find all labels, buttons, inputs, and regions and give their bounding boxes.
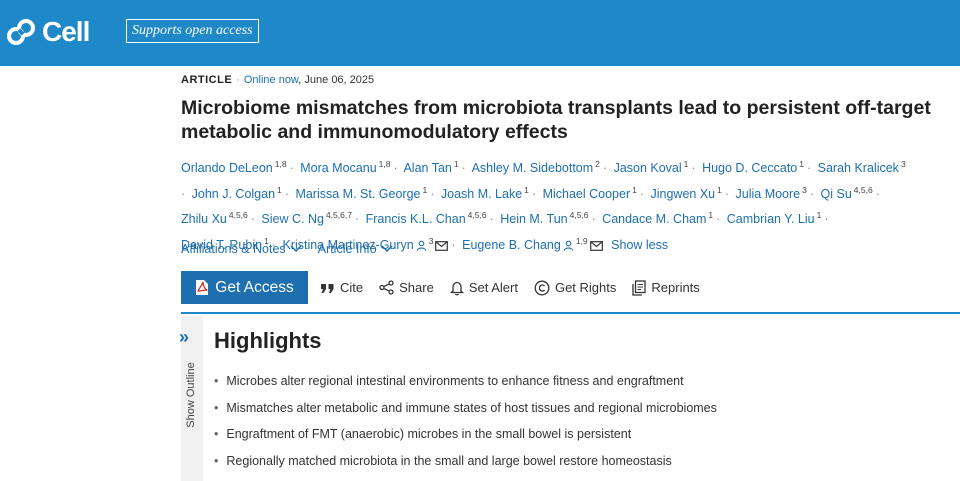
author-link[interactable]: Eugene B. Chang 1,9 [462, 236, 603, 252]
cite-button[interactable]: Cite [320, 280, 363, 295]
author-link[interactable]: Michael Cooper 1 [543, 185, 637, 201]
meta-separator: · [236, 74, 240, 86]
author-link[interactable]: Cambrian Y. Liu 1 [727, 210, 822, 226]
author-link[interactable]: Marissa M. St. George 1 [295, 185, 427, 201]
highlights-list: Microbes alter regional intestinal envir… [214, 368, 717, 474]
email-icon[interactable] [589, 241, 603, 252]
site-header: Cell Supports open access [0, 0, 960, 66]
affiliations-dropdown[interactable]: Affiliations & Notes [181, 242, 302, 256]
highlight-item: Mismatches alter metabolic and immune st… [214, 395, 717, 422]
author-link[interactable]: Candace M. Cham 1 [602, 210, 713, 226]
author-link[interactable]: Hein M. Tun 4,5,6 [500, 210, 588, 226]
author-link[interactable]: Hugo D. Ceccato 1 [702, 159, 804, 175]
article-meta: ARTICLE · Online now, June 06, 2025 [181, 73, 374, 87]
quote-icon [321, 283, 334, 293]
share-icon [379, 280, 394, 295]
author-link[interactable]: Orlando DeLeon 1,8 [181, 159, 287, 175]
share-button[interactable]: Share [379, 280, 434, 295]
section-divider [181, 312, 960, 314]
expand-outline-icon[interactable]: » [179, 327, 189, 348]
author-link[interactable]: Francis K.L. Chan 4,5,6 [366, 210, 487, 226]
author-link[interactable]: Joash M. Lake 1 [441, 185, 529, 201]
cell-logo-icon [7, 19, 35, 45]
author-link[interactable]: Julia Moore 3 [736, 185, 807, 201]
online-status[interactable]: Online now [244, 74, 298, 86]
show-outline-label[interactable]: Show Outline [185, 362, 197, 427]
publication-date: June 06, 2025 [304, 74, 375, 86]
brand-name: Cell [42, 16, 90, 47]
person-icon [563, 240, 574, 251]
chevron-down-icon [381, 245, 393, 253]
article-title: Microbiome mismatches from microbiota tr… [181, 97, 931, 143]
email-icon[interactable] [435, 241, 449, 252]
article-type: ARTICLE [181, 74, 233, 86]
pdf-icon [196, 280, 209, 295]
get-rights-button[interactable]: Get Rights [534, 280, 616, 296]
article-info-dropdown[interactable]: Article Info [318, 242, 393, 256]
author-link[interactable]: Qi Su 4,5,6 [821, 185, 873, 201]
cell-logo[interactable]: Cell [6, 16, 90, 47]
author-link[interactable]: Sarah Kralicek 3 [818, 159, 906, 175]
author-link[interactable]: Jingwen Xu 1 [651, 185, 722, 201]
author-link[interactable]: Jason Koval 1 [614, 159, 689, 175]
author-link[interactable]: John J. Colgan 1 [192, 185, 282, 201]
bell-icon [449, 281, 464, 295]
article-toolbar: Get Access Cite Share Set Alert Get Righ… [181, 271, 700, 304]
author-link[interactable]: Alan Tan 1 [403, 159, 458, 175]
copyright-icon [534, 280, 550, 295]
person-icon [416, 240, 427, 251]
author-link[interactable]: Mora Mocanu 1,8 [300, 159, 390, 175]
highlight-item: Engraftment of FMT (anaerobic) microbes … [214, 421, 717, 448]
author-link[interactable]: Ashley M. Sidebottom 2 [472, 159, 600, 175]
set-alert-button[interactable]: Set Alert [449, 280, 518, 296]
article-dropdowns: Affiliations & Notes Article Info [181, 242, 393, 256]
highlight-item: Microbes alter regional intestinal envir… [214, 368, 717, 395]
author-link[interactable]: Siew C. Ng 4,5,6,7 [261, 210, 352, 226]
reprints-button[interactable]: Reprints [632, 279, 700, 296]
chevron-down-icon [290, 245, 302, 253]
author-link[interactable]: Zhilu Xu 4,5,6 [181, 210, 248, 226]
get-access-label: Get Access [215, 278, 294, 296]
get-access-button[interactable]: Get Access [181, 271, 308, 304]
highlights-heading: Highlights [214, 328, 322, 353]
highlight-item: Regionally matched microbiota in the sma… [214, 448, 717, 475]
show-less-link[interactable]: Show less [611, 238, 668, 252]
reprints-icon [632, 279, 647, 296]
open-access-badge[interactable]: Supports open access [126, 19, 259, 43]
